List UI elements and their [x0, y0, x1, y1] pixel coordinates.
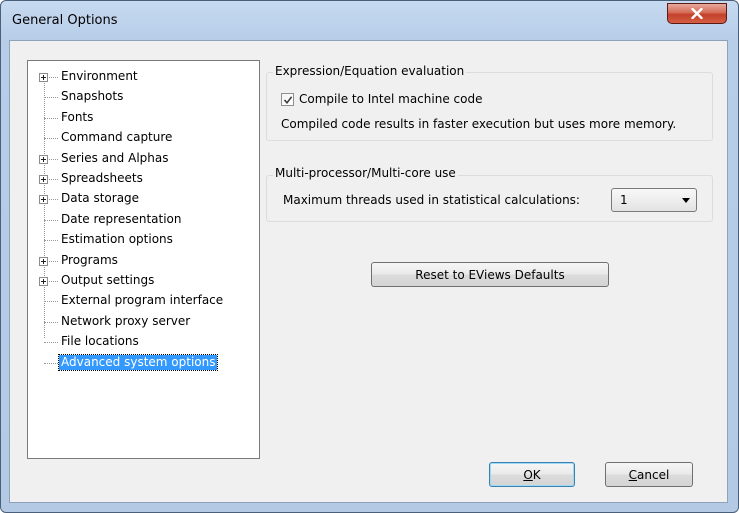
tree-item-label: Snapshots [61, 89, 124, 104]
compile-checkbox[interactable] [281, 93, 294, 106]
tree-item-data-storage[interactable]: Data storage [28, 189, 258, 209]
checkmark-icon [283, 95, 292, 104]
tree-item-label: Network proxy server [61, 313, 191, 328]
expand-plus-icon[interactable] [39, 195, 48, 205]
expand-plus-icon[interactable] [39, 73, 48, 82]
threads-label: Maximum threads used in statistical calc… [283, 193, 580, 207]
tree-item-network-proxy-server[interactable]: Network proxy server [28, 312, 258, 332]
tree-item-label: Programs [61, 252, 118, 267]
tree-item-label: Date representation [61, 211, 182, 226]
tree-item-label: Output settings [61, 273, 155, 287]
ok-label: OK [523, 467, 541, 482]
reset-defaults-button[interactable]: Reset to EViews Defaults [371, 262, 609, 287]
threads-dropdown-value: 1 [620, 193, 628, 207]
tree-item-output-settings[interactable]: Output settings [28, 271, 258, 291]
tree-item-spreadsheets[interactable]: Spreadsheets [28, 169, 258, 189]
tree-item-fonts[interactable]: Fonts [28, 108, 258, 128]
tree-item-series-and-alphas[interactable]: Series and Alphas [28, 149, 258, 169]
tree-item-label: Estimation options [61, 232, 173, 247]
tree-connector-line [44, 321, 58, 323]
tree-item-external-program-interface[interactable]: External program interface [28, 291, 258, 311]
tree-connector-line [44, 301, 58, 303]
title-bar[interactable]: General Options [1, 1, 738, 41]
tree-item-command-capture[interactable]: Command capture [28, 128, 258, 148]
tree-item-advanced-system-options[interactable]: Advanced system options [28, 353, 258, 373]
compile-checkbox-label[interactable]: Compile to Intel machine code [299, 92, 482, 106]
tree-connector-line [44, 342, 58, 344]
tree-item-programs[interactable]: Programs [28, 251, 258, 271]
expand-plus-icon[interactable] [39, 277, 48, 286]
general-options-window: General Options Environment Snapshots Font… [0, 0, 739, 513]
close-button[interactable] [667, 3, 727, 24]
expand-plus-icon[interactable] [39, 175, 48, 184]
tree-connector-line [44, 362, 58, 364]
compile-note: Compiled code results in faster executio… [281, 117, 677, 131]
cancel-label: Cancel [628, 467, 670, 482]
reset-defaults-label: Reset to EViews Defaults [415, 267, 565, 282]
tree-item-label: Command capture [61, 130, 173, 145]
multicore-group-title: Multi-processor/Multi-core use [273, 166, 458, 180]
tree-connector-line [44, 240, 58, 242]
cancel-button[interactable]: Cancel [605, 462, 693, 487]
tree-item-label: File locations [61, 334, 139, 349]
tree-item-label: Series and Alphas [61, 150, 169, 165]
tree-connector-line [44, 97, 58, 99]
close-icon [691, 8, 703, 19]
tree-item-file-locations[interactable]: File locations [28, 332, 258, 352]
tree-item-environment[interactable]: Environment [28, 67, 258, 87]
tree-connector-line [44, 117, 58, 119]
tree-item-label: Data storage [61, 191, 140, 206]
tree-connector-line [44, 219, 58, 221]
expand-plus-icon[interactable] [39, 256, 48, 266]
tree-item-estimation-options[interactable]: Estimation options [28, 230, 258, 250]
threads-dropdown[interactable]: 1 [611, 188, 697, 212]
tree-item-date-representation[interactable]: Date representation [28, 210, 258, 230]
tree-connector-line [44, 138, 58, 140]
dropdown-arrow-icon [682, 198, 690, 203]
ok-button[interactable]: OK [489, 462, 575, 487]
window-title: General Options [12, 13, 118, 28]
expression-group-title: Expression/Equation evaluation [273, 64, 467, 78]
tree-item-label: Advanced system options [57, 353, 219, 371]
tree-item-label: Spreadsheets [61, 171, 143, 185]
tree-item-label: Environment [61, 69, 138, 83]
expand-plus-icon[interactable] [39, 154, 48, 164]
tree-item-snapshots[interactable]: Snapshots [28, 87, 258, 107]
dialog-client-area: Environment Snapshots Fonts Command capture… [9, 40, 728, 503]
tree-item-label: Fonts [61, 109, 94, 124]
tree-item-label: External program interface [61, 293, 224, 308]
options-tree[interactable]: Environment Snapshots Fonts Command capture… [27, 60, 260, 459]
